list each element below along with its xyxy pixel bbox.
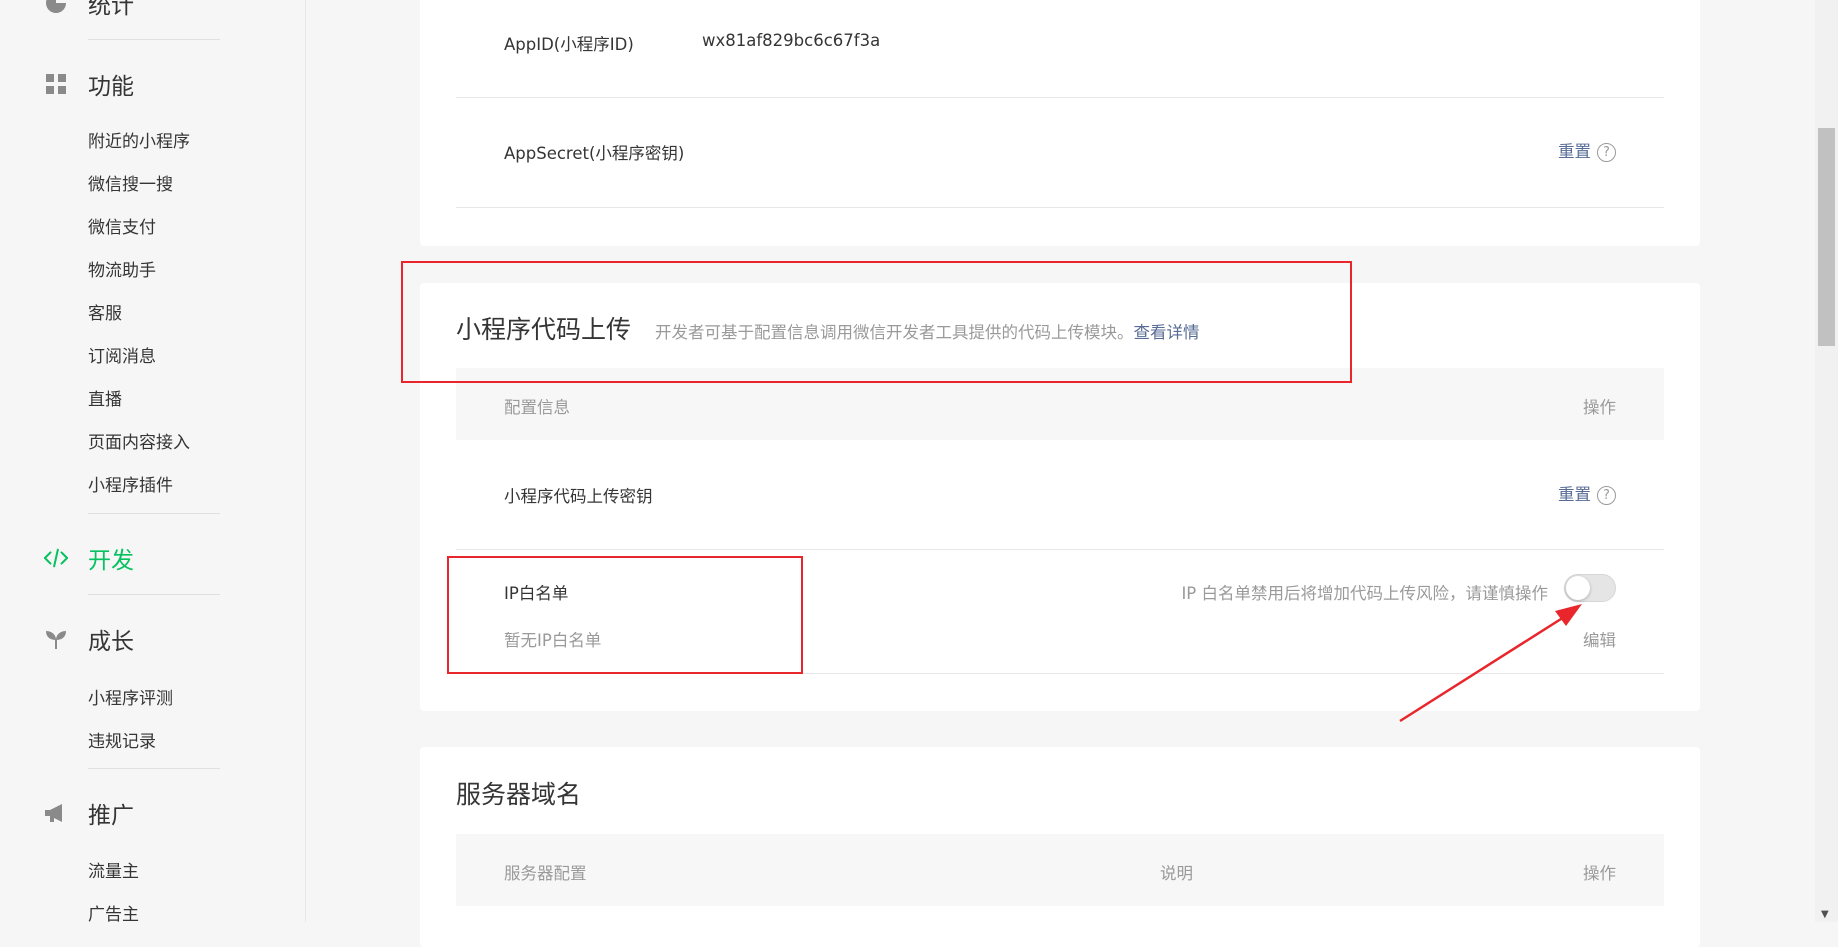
page-scrollbar[interactable]: ▼	[1815, 0, 1838, 922]
scrollbar-thumb[interactable]	[1818, 128, 1835, 346]
annotation-arrow-icon	[1399, 604, 1582, 723]
scroll-down-arrow-icon[interactable]: ▼	[1821, 909, 1829, 920]
